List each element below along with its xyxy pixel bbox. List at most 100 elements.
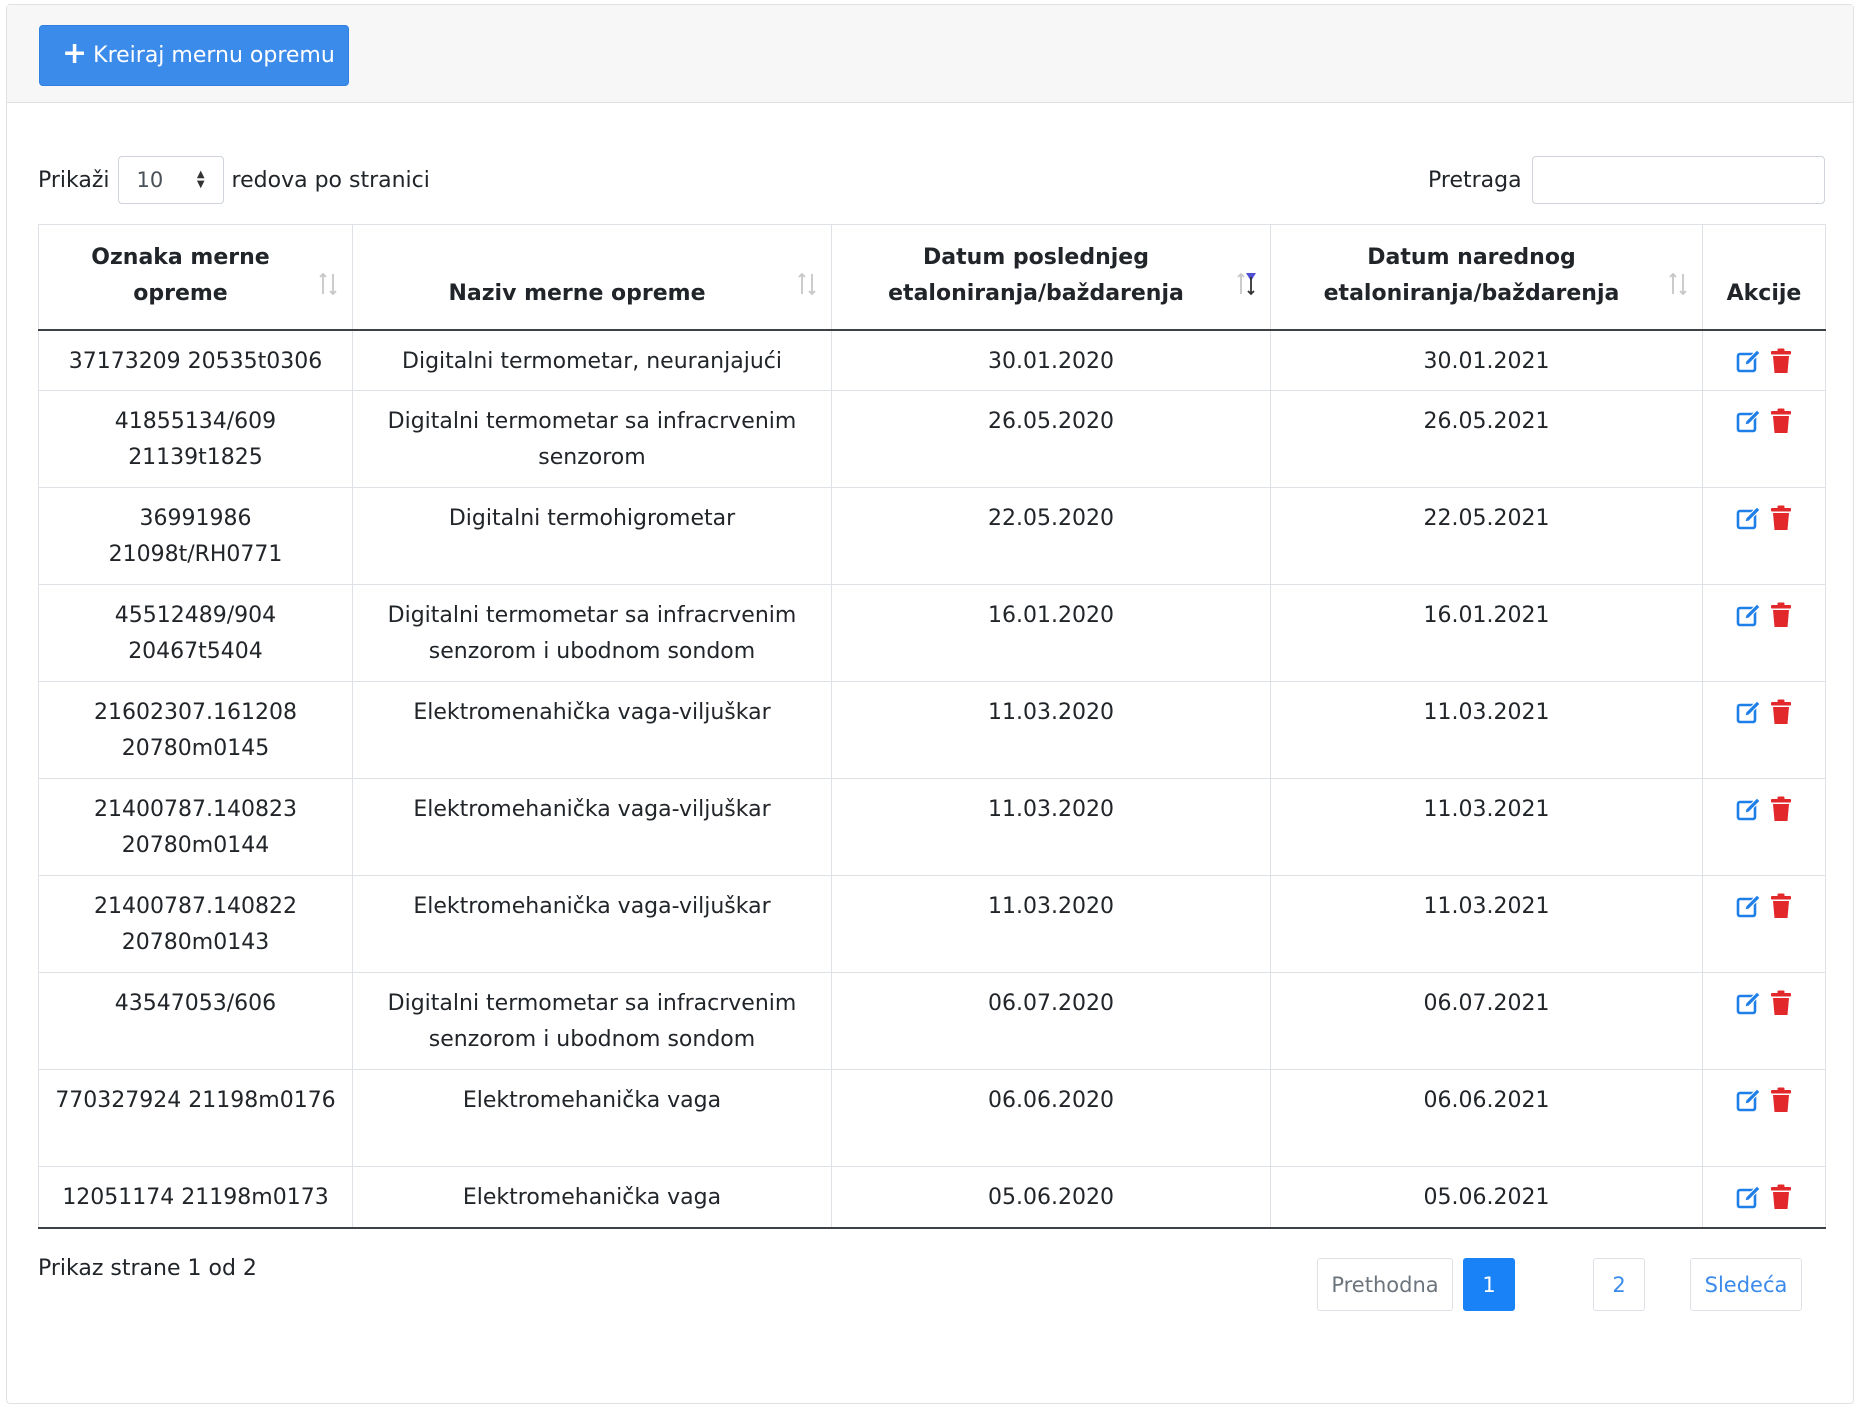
search-label: Pretraga bbox=[1428, 167, 1522, 193]
table-header-row: Oznaka merne opreme Naziv merne opreme D… bbox=[38, 224, 1826, 331]
cell-naredni: 06.06.2021 bbox=[1270, 1069, 1703, 1167]
table-row: 12051174 21198m0173 Elektromehanička vaga… bbox=[38, 1166, 1826, 1229]
table-row: 21400787.140822 20780m0143 Elektromehanič… bbox=[38, 875, 1826, 973]
page-1-button[interactable]: 1 bbox=[1463, 1258, 1515, 1311]
sort-icon bbox=[319, 272, 337, 295]
column-header-poslednji[interactable]: Datum poslednjeg etaloniranja/baždarenja bbox=[831, 224, 1271, 331]
page-length-value: 10 bbox=[136, 168, 164, 192]
cell-oznaka: 45512489/904 20467t5404 bbox=[38, 584, 353, 682]
edit-icon[interactable] bbox=[1736, 699, 1762, 725]
page-length-control: Prikaži 10 ▲ ▼ redova po stranici bbox=[38, 156, 430, 204]
column-header-oznaka[interactable]: Oznaka merne opreme bbox=[38, 224, 353, 331]
cell-akcije bbox=[1702, 681, 1826, 779]
cell-oznaka: 43547053/606 bbox=[38, 972, 353, 1070]
cell-oznaka: 21400787.140822 20780m0143 bbox=[38, 875, 353, 973]
column-header-label: Naziv merne opreme bbox=[448, 280, 706, 306]
delete-icon[interactable] bbox=[1770, 348, 1792, 374]
sort-icon bbox=[798, 272, 816, 295]
column-header-naziv[interactable]: Naziv merne opreme bbox=[352, 224, 832, 331]
column-header-naredni[interactable]: Datum narednog etaloniranja/baždarenja bbox=[1270, 224, 1703, 331]
column-header-label: Oznaka merne opreme bbox=[91, 244, 270, 306]
cell-poslednji: 06.07.2020 bbox=[831, 972, 1271, 1070]
edit-icon[interactable] bbox=[1736, 1087, 1762, 1113]
plus-icon: + bbox=[62, 36, 88, 71]
cell-naziv: Elektromehanička vaga-viljuškar bbox=[352, 875, 832, 973]
cell-akcije bbox=[1702, 390, 1826, 488]
cell-naredni: 06.07.2021 bbox=[1270, 972, 1703, 1070]
sort-desc-icon bbox=[1237, 272, 1256, 295]
edit-icon[interactable] bbox=[1736, 1184, 1762, 1210]
table-row: 36991986 21098t/RH0771 Digitalni termohig… bbox=[38, 487, 1826, 585]
cell-oznaka: 12051174 21198m0173 bbox=[38, 1166, 353, 1229]
column-header-label: Datum poslednjeg etaloniranja/baždarenja bbox=[888, 244, 1184, 306]
cell-poslednji: 11.03.2020 bbox=[831, 875, 1271, 973]
delete-icon[interactable] bbox=[1770, 796, 1792, 822]
cell-naredni: 26.05.2021 bbox=[1270, 390, 1703, 488]
cell-naredni: 11.03.2021 bbox=[1270, 681, 1703, 779]
cell-akcije bbox=[1702, 778, 1826, 876]
cell-poslednji: 06.06.2020 bbox=[831, 1069, 1271, 1167]
cell-naziv: Digitalni termometar sa infracrvenim sen… bbox=[352, 972, 832, 1070]
delete-icon[interactable] bbox=[1770, 602, 1792, 628]
cell-naziv: Elektromenahička vaga-viljuškar bbox=[352, 681, 832, 779]
table-row: 43547053/606 Digitalni termometar sa infr… bbox=[38, 972, 1826, 1070]
create-equipment-label: Kreiraj mernu opremu bbox=[93, 43, 335, 68]
delete-icon[interactable] bbox=[1770, 893, 1792, 919]
sort-icon bbox=[1669, 272, 1687, 295]
cell-poslednji: 05.06.2020 bbox=[831, 1166, 1271, 1229]
cell-oznaka: 36991986 21098t/RH0771 bbox=[38, 487, 353, 585]
edit-icon[interactable] bbox=[1736, 893, 1762, 919]
table-info: Prikaz strane 1 od 2 bbox=[38, 1256, 257, 1281]
cell-naredni: 16.01.2021 bbox=[1270, 584, 1703, 682]
cell-naredni: 11.03.2021 bbox=[1270, 778, 1703, 876]
edit-icon[interactable] bbox=[1736, 408, 1762, 434]
column-header-akcije: Akcije bbox=[1702, 224, 1826, 331]
cell-naredni: 22.05.2021 bbox=[1270, 487, 1703, 585]
select-arrows-icon: ▲ ▼ bbox=[196, 169, 205, 190]
table-row: 21400787.140823 20780m0144 Elektromehanič… bbox=[38, 778, 1826, 876]
card-header: + Kreiraj mernu opremu bbox=[7, 5, 1853, 103]
cell-poslednji: 22.05.2020 bbox=[831, 487, 1271, 585]
previous-page-button[interactable]: Prethodna bbox=[1317, 1258, 1453, 1311]
edit-icon[interactable] bbox=[1736, 505, 1762, 531]
cell-naziv: Digitalni termometar sa infracrvenim sen… bbox=[352, 390, 832, 488]
cell-oznaka: 21602307.161208 20780m0145 bbox=[38, 681, 353, 779]
table-row: 45512489/904 20467t5404 Digitalni termome… bbox=[38, 584, 1826, 682]
edit-icon[interactable] bbox=[1736, 796, 1762, 822]
cell-akcije bbox=[1702, 1069, 1826, 1167]
delete-icon[interactable] bbox=[1770, 408, 1792, 434]
delete-icon[interactable] bbox=[1770, 990, 1792, 1016]
delete-icon[interactable] bbox=[1770, 1087, 1792, 1113]
cell-oznaka: 37173209 20535t0306 bbox=[38, 329, 353, 391]
cell-akcije bbox=[1702, 487, 1826, 585]
cell-poslednji: 16.01.2020 bbox=[831, 584, 1271, 682]
edit-icon[interactable] bbox=[1736, 348, 1762, 374]
cell-poslednji: 11.03.2020 bbox=[831, 681, 1271, 779]
next-page-button[interactable]: Sledeća bbox=[1690, 1258, 1802, 1311]
cell-naziv: Elektromehanička vaga-viljuškar bbox=[352, 778, 832, 876]
table-row: 41855134/609 21139t1825 Digitalni termome… bbox=[38, 390, 1826, 488]
cell-naziv: Digitalni termohigrometar bbox=[352, 487, 832, 585]
cell-naredni: 11.03.2021 bbox=[1270, 875, 1703, 973]
search-input[interactable] bbox=[1531, 156, 1825, 204]
delete-icon[interactable] bbox=[1770, 699, 1792, 725]
table-row: 37173209 20535t0306 Digitalni termometar,… bbox=[38, 329, 1826, 391]
page-2-button[interactable]: 2 bbox=[1593, 1258, 1645, 1311]
cell-poslednji: 30.01.2020 bbox=[831, 329, 1271, 391]
delete-icon[interactable] bbox=[1770, 505, 1792, 531]
delete-icon[interactable] bbox=[1770, 1184, 1792, 1210]
edit-icon[interactable] bbox=[1736, 990, 1762, 1016]
table-row: 21602307.161208 20780m0145 Elektromenahič… bbox=[38, 681, 1826, 779]
cell-naziv: Digitalni termometar sa infracrvenim sen… bbox=[352, 584, 832, 682]
page-length-select[interactable]: 10 ▲ ▼ bbox=[117, 156, 224, 204]
cell-oznaka: 770327924 21198m0176 bbox=[38, 1069, 353, 1167]
cell-akcije bbox=[1702, 875, 1826, 973]
cell-naredni: 30.01.2021 bbox=[1270, 329, 1703, 391]
cell-naziv: Digitalni termometar, neuranjajući bbox=[352, 329, 832, 391]
page-length-label-before: Prikaži bbox=[38, 167, 110, 193]
equipment-table: Oznaka merne opreme Naziv merne opreme D… bbox=[38, 224, 1826, 1229]
create-equipment-button[interactable]: + Kreiraj mernu opremu bbox=[39, 25, 349, 86]
cell-naredni: 05.06.2021 bbox=[1270, 1166, 1703, 1229]
page-length-label-after: redova po stranici bbox=[231, 167, 430, 193]
edit-icon[interactable] bbox=[1736, 602, 1762, 628]
